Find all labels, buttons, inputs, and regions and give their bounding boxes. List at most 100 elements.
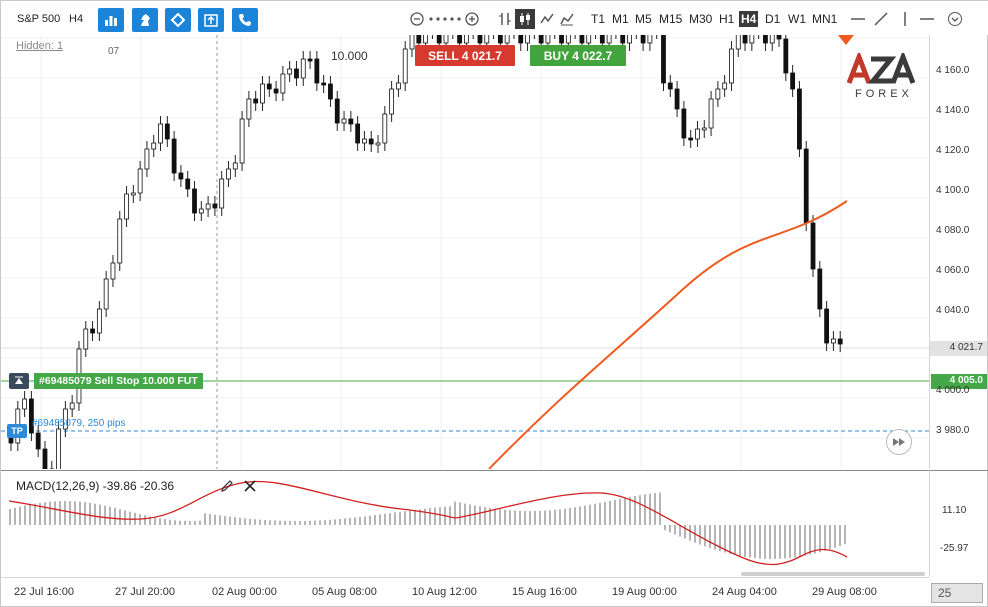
timeframe-m30[interactable]: M30 bbox=[687, 11, 714, 27]
candle-body bbox=[137, 168, 143, 194]
trend-line-icon[interactable] bbox=[873, 11, 889, 27]
candle-body bbox=[443, 35, 449, 44]
chevron-down-icon[interactable] bbox=[947, 11, 963, 27]
buy-button[interactable]: BUY 4 022.7 bbox=[530, 45, 626, 66]
pencil-icon[interactable] bbox=[220, 479, 234, 493]
macd-histogram-bar bbox=[344, 518, 346, 525]
candle-body bbox=[695, 128, 700, 140]
timeframe-d1[interactable]: D1 bbox=[763, 11, 782, 27]
timeframe-t1[interactable]: T1 bbox=[589, 11, 607, 27]
candlestick-chart bbox=[1, 35, 929, 469]
macd-histogram-bar bbox=[554, 509, 556, 525]
macd-histogram-bar bbox=[779, 525, 781, 559]
candle-body bbox=[368, 138, 374, 145]
macd-histogram-bar bbox=[579, 506, 581, 525]
time-axis[interactable]: 22 Jul 16:00 27 Jul 20:00 02 Aug 00:00 0… bbox=[1, 572, 929, 607]
hidden-objects-link[interactable]: Hidden: 1 bbox=[16, 40, 63, 52]
candle-body bbox=[606, 35, 612, 44]
indicators-button[interactable] bbox=[132, 8, 158, 32]
price-chart[interactable] bbox=[1, 35, 929, 469]
more-dots-icon[interactable] bbox=[427, 11, 461, 27]
candle-body bbox=[749, 35, 755, 44]
candles-button[interactable] bbox=[515, 9, 535, 29]
bar-chart-button[interactable] bbox=[98, 8, 124, 32]
macd-histogram-bar bbox=[524, 510, 526, 525]
take-profit-badge[interactable]: TP bbox=[7, 424, 27, 438]
macd-histogram-bar bbox=[829, 525, 831, 550]
symbol-label[interactable]: S&P 500 bbox=[17, 13, 60, 25]
no-entry-icon[interactable] bbox=[919, 11, 935, 27]
pending-order-label[interactable]: #69485079 Sell Stop 10.000 FUT bbox=[34, 373, 203, 389]
macd-histogram-bar bbox=[479, 506, 481, 525]
price-tick: 4 100.0 bbox=[936, 185, 970, 196]
macd-axis: 11.10 -25.97 bbox=[929, 470, 988, 577]
macd-histogram-bar bbox=[69, 501, 71, 525]
vertical-line-icon[interactable] bbox=[897, 11, 913, 27]
macd-histogram-bar bbox=[224, 515, 226, 525]
sell-button[interactable]: SELL 4 021.7 bbox=[415, 45, 515, 66]
timeframe-w1[interactable]: W1 bbox=[786, 11, 808, 27]
macd-histogram-bar bbox=[124, 510, 126, 525]
timeframe-m15[interactable]: M15 bbox=[657, 11, 684, 27]
candle-body bbox=[402, 48, 408, 84]
candle-body bbox=[831, 338, 836, 344]
export-button[interactable] bbox=[198, 8, 224, 32]
timeframe-h4[interactable]: H4 bbox=[739, 11, 759, 27]
macd-histogram-bar bbox=[174, 520, 176, 525]
time-tick: 27 Jul 20:00 bbox=[115, 586, 175, 598]
zoom-field[interactable]: 25 bbox=[931, 583, 983, 603]
macd-histogram-bar bbox=[464, 503, 466, 525]
macd-histogram-bar bbox=[334, 519, 336, 525]
macd-histogram-bar bbox=[384, 513, 386, 525]
volume-label[interactable]: 10.000 bbox=[331, 49, 368, 63]
macd-histogram-bar bbox=[629, 496, 631, 525]
timeframe-m1[interactable]: M1 bbox=[610, 11, 631, 27]
candle-body bbox=[260, 83, 265, 104]
macd-histogram-bar bbox=[704, 525, 706, 547]
bars-icon[interactable] bbox=[497, 11, 513, 27]
timeframe-label[interactable]: H4 bbox=[69, 13, 83, 25]
price-tick: 4 000.0 bbox=[936, 385, 970, 396]
candle-body bbox=[375, 142, 381, 146]
objects-button[interactable] bbox=[165, 8, 191, 32]
order-icon[interactable] bbox=[9, 373, 29, 389]
macd-histogram-bar bbox=[564, 508, 566, 525]
scroll-to-end-button[interactable] bbox=[886, 429, 912, 455]
candle-body bbox=[198, 208, 204, 214]
candle-body bbox=[579, 35, 585, 44]
macd-histogram-bar bbox=[424, 508, 426, 525]
line-chart-icon[interactable] bbox=[539, 11, 555, 27]
timeframe-m5[interactable]: M5 bbox=[633, 11, 654, 27]
macd-histogram-bar bbox=[284, 520, 286, 525]
candle-body bbox=[362, 138, 367, 144]
horizontal-line-icon[interactable] bbox=[850, 11, 866, 27]
horizontal-scrollbar[interactable] bbox=[741, 572, 925, 576]
price-axis[interactable]: 4 160.0 4 140.0 4 120.0 4 100.0 4 080.0 … bbox=[929, 35, 988, 469]
macd-histogram-bar bbox=[539, 510, 541, 525]
macd-histogram-bar bbox=[499, 509, 501, 525]
macd-histogram-bar bbox=[819, 525, 821, 553]
macd-histogram-bar bbox=[209, 514, 211, 525]
close-icon[interactable] bbox=[243, 479, 257, 493]
zoom-in-icon[interactable] bbox=[464, 11, 480, 27]
macd-histogram-bar bbox=[389, 513, 391, 525]
candle-body bbox=[586, 35, 592, 44]
candle-body bbox=[681, 108, 687, 139]
macd-histogram-bar bbox=[244, 518, 246, 525]
timeframe-h1[interactable]: H1 bbox=[717, 11, 736, 27]
macd-histogram-bar bbox=[89, 502, 91, 525]
macd-histogram-bar bbox=[289, 520, 291, 525]
time-tick: 02 Aug 00:00 bbox=[212, 586, 277, 598]
macd-histogram-bar bbox=[664, 525, 666, 531]
macd-histogram-bar bbox=[44, 502, 46, 525]
macd-histogram-bar bbox=[274, 520, 276, 525]
candle-body bbox=[497, 35, 503, 44]
macd-histogram-bar bbox=[644, 494, 646, 525]
area-chart-icon[interactable] bbox=[559, 11, 575, 27]
macd-histogram-bar bbox=[414, 509, 416, 525]
macd-histogram-bar bbox=[804, 525, 806, 556]
timeframe-mn1[interactable]: MN1 bbox=[810, 11, 839, 27]
macd-histogram-bar bbox=[764, 525, 766, 559]
call-button[interactable] bbox=[232, 8, 258, 32]
zoom-out-icon[interactable] bbox=[409, 11, 425, 27]
